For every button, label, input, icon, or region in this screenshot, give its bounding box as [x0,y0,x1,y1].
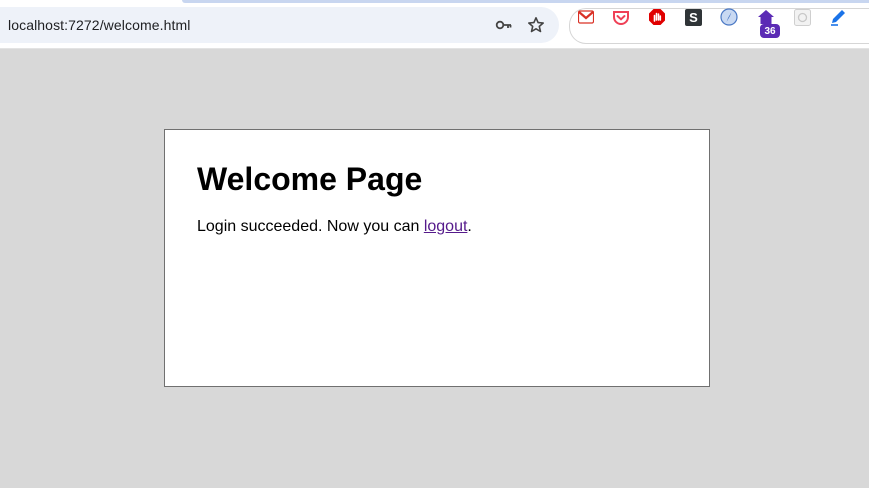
login-message: Login succeeded. Now you can logout. [197,218,472,236]
pocket-icon[interactable] [612,8,630,26]
compass-icon[interactable] [720,8,738,26]
address-bar[interactable]: localhost:7272/welcome.html [0,7,559,43]
s-icon[interactable]: S [684,8,702,26]
key-icon[interactable] [495,16,513,34]
tab-strip [182,0,869,3]
pen-icon[interactable] [829,8,847,26]
page-title: Welcome Page [197,161,423,197]
logout-link[interactable]: logout [424,218,468,235]
svg-text:S: S [689,10,698,25]
message-prefix: Login succeeded. Now you can [197,218,424,235]
extension-badge: 36 [760,24,780,38]
url-text[interactable]: localhost:7272/welcome.html [8,17,190,33]
browser-toolbar: localhost:7272/welcome.html S 36 [0,0,869,49]
message-suffix: . [467,218,472,235]
gmail-icon[interactable] [577,8,595,26]
star-icon[interactable] [527,16,545,34]
welcome-card: Welcome Page Login succeeded. Now you ca… [164,129,710,387]
adblock-icon[interactable] [648,8,666,26]
puzzle-icon[interactable] [793,8,811,26]
